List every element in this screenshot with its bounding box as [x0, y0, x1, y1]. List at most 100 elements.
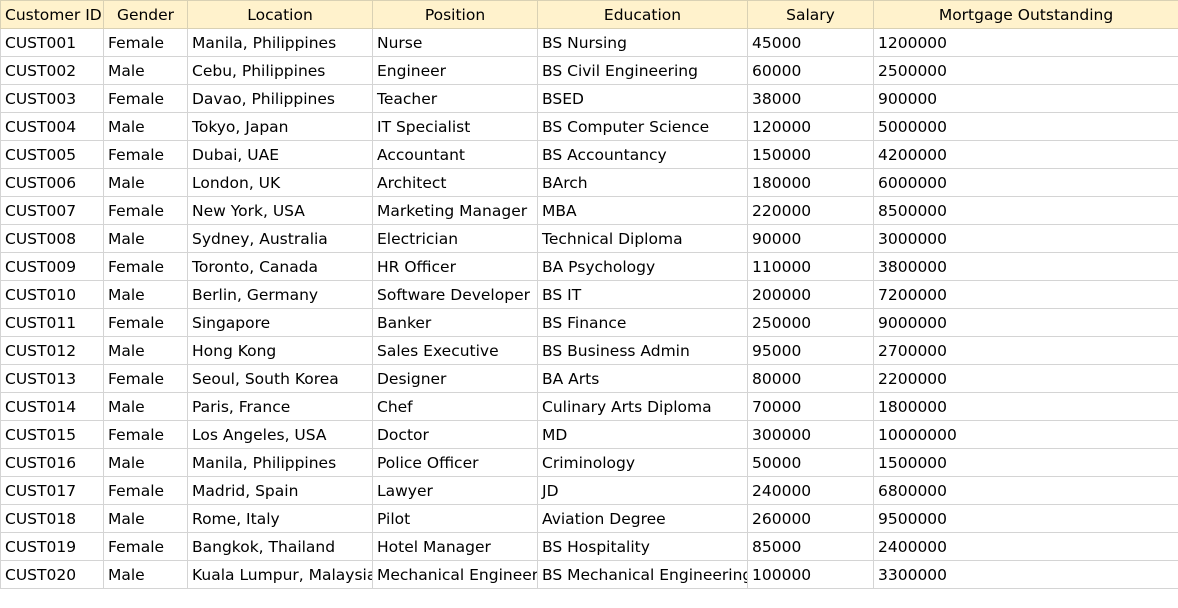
cell-customer-id[interactable]: CUST016	[0, 448, 104, 477]
cell-gender[interactable]: Female	[103, 476, 188, 505]
cell-location[interactable]: Madrid, Spain	[187, 476, 373, 505]
cell-location[interactable]: Manila, Philippines	[187, 28, 373, 57]
cell-position[interactable]: Architect	[372, 168, 538, 197]
cell-mortgage-outstanding[interactable]: 3800000	[873, 252, 1178, 281]
cell-location[interactable]: Hong Kong	[187, 336, 373, 365]
cell-salary[interactable]: 90000	[747, 224, 874, 253]
cell-customer-id[interactable]: CUST008	[0, 224, 104, 253]
cell-location[interactable]: Tokyo, Japan	[187, 112, 373, 141]
cell-salary[interactable]: 80000	[747, 364, 874, 393]
cell-gender[interactable]: Female	[103, 28, 188, 57]
cell-position[interactable]: Banker	[372, 308, 538, 337]
cell-gender[interactable]: Male	[103, 392, 188, 421]
cell-mortgage-outstanding[interactable]: 2400000	[873, 532, 1178, 561]
cell-gender[interactable]: Female	[103, 252, 188, 281]
cell-location[interactable]: London, UK	[187, 168, 373, 197]
cell-mortgage-outstanding[interactable]: 1800000	[873, 392, 1178, 421]
header-mortgage-outstanding[interactable]: Mortgage Outstanding	[873, 0, 1178, 29]
cell-salary[interactable]: 70000	[747, 392, 874, 421]
cell-education[interactable]: Aviation Degree	[537, 504, 748, 533]
cell-mortgage-outstanding[interactable]: 1500000	[873, 448, 1178, 477]
cell-education[interactable]: BArch	[537, 168, 748, 197]
cell-salary[interactable]: 250000	[747, 308, 874, 337]
cell-education[interactable]: BA Psychology	[537, 252, 748, 281]
cell-education[interactable]: Technical Diploma	[537, 224, 748, 253]
cell-customer-id[interactable]: CUST003	[0, 84, 104, 113]
cell-salary[interactable]: 50000	[747, 448, 874, 477]
cell-position[interactable]: Sales Executive	[372, 336, 538, 365]
cell-position[interactable]: Chef	[372, 392, 538, 421]
cell-position[interactable]: Designer	[372, 364, 538, 393]
cell-position[interactable]: Doctor	[372, 420, 538, 449]
cell-mortgage-outstanding[interactable]: 4200000	[873, 140, 1178, 169]
header-location[interactable]: Location	[187, 0, 373, 29]
cell-customer-id[interactable]: CUST010	[0, 280, 104, 309]
cell-location[interactable]: Kuala Lumpur, Malaysia	[187, 560, 373, 589]
cell-gender[interactable]: Male	[103, 280, 188, 309]
cell-customer-id[interactable]: CUST014	[0, 392, 104, 421]
cell-position[interactable]: Teacher	[372, 84, 538, 113]
cell-salary[interactable]: 120000	[747, 112, 874, 141]
cell-position[interactable]: IT Specialist	[372, 112, 538, 141]
cell-salary[interactable]: 100000	[747, 560, 874, 589]
cell-salary[interactable]: 38000	[747, 84, 874, 113]
cell-education[interactable]: BA Arts	[537, 364, 748, 393]
cell-salary[interactable]: 110000	[747, 252, 874, 281]
cell-location[interactable]: Toronto, Canada	[187, 252, 373, 281]
cell-position[interactable]: Software Developer	[372, 280, 538, 309]
cell-education[interactable]: BS Business Admin	[537, 336, 748, 365]
cell-customer-id[interactable]: CUST004	[0, 112, 104, 141]
cell-position[interactable]: Mechanical Engineer	[372, 560, 538, 589]
cell-education[interactable]: Culinary Arts Diploma	[537, 392, 748, 421]
cell-education[interactable]: BS Mechanical Engineering	[537, 560, 748, 589]
cell-education[interactable]: BS Computer Science	[537, 112, 748, 141]
cell-customer-id[interactable]: CUST013	[0, 364, 104, 393]
cell-position[interactable]: Lawyer	[372, 476, 538, 505]
cell-customer-id[interactable]: CUST005	[0, 140, 104, 169]
cell-mortgage-outstanding[interactable]: 10000000	[873, 420, 1178, 449]
cell-position[interactable]: Pilot	[372, 504, 538, 533]
cell-location[interactable]: Berlin, Germany	[187, 280, 373, 309]
header-position[interactable]: Position	[372, 0, 538, 29]
cell-position[interactable]: Accountant	[372, 140, 538, 169]
cell-location[interactable]: Sydney, Australia	[187, 224, 373, 253]
cell-salary[interactable]: 45000	[747, 28, 874, 57]
header-education[interactable]: Education	[537, 0, 748, 29]
cell-customer-id[interactable]: CUST017	[0, 476, 104, 505]
cell-mortgage-outstanding[interactable]: 2700000	[873, 336, 1178, 365]
cell-position[interactable]: Electrician	[372, 224, 538, 253]
cell-gender[interactable]: Female	[103, 140, 188, 169]
cell-position[interactable]: Police Officer	[372, 448, 538, 477]
cell-customer-id[interactable]: CUST009	[0, 252, 104, 281]
cell-education[interactable]: BS Hospitality	[537, 532, 748, 561]
cell-salary[interactable]: 95000	[747, 336, 874, 365]
cell-location[interactable]: Rome, Italy	[187, 504, 373, 533]
cell-gender[interactable]: Male	[103, 336, 188, 365]
cell-customer-id[interactable]: CUST007	[0, 196, 104, 225]
cell-location[interactable]: Davao, Philippines	[187, 84, 373, 113]
cell-salary[interactable]: 220000	[747, 196, 874, 225]
cell-gender[interactable]: Male	[103, 56, 188, 85]
cell-salary[interactable]: 180000	[747, 168, 874, 197]
cell-mortgage-outstanding[interactable]: 7200000	[873, 280, 1178, 309]
cell-mortgage-outstanding[interactable]: 8500000	[873, 196, 1178, 225]
cell-education[interactable]: BSED	[537, 84, 748, 113]
cell-customer-id[interactable]: CUST001	[0, 28, 104, 57]
cell-mortgage-outstanding[interactable]: 2200000	[873, 364, 1178, 393]
cell-position[interactable]: Nurse	[372, 28, 538, 57]
cell-customer-id[interactable]: CUST002	[0, 56, 104, 85]
cell-gender[interactable]: Male	[103, 224, 188, 253]
cell-education[interactable]: BS Accountancy	[537, 140, 748, 169]
cell-customer-id[interactable]: CUST006	[0, 168, 104, 197]
cell-location[interactable]: Seoul, South Korea	[187, 364, 373, 393]
cell-gender[interactable]: Male	[103, 112, 188, 141]
cell-salary[interactable]: 150000	[747, 140, 874, 169]
cell-education[interactable]: MBA	[537, 196, 748, 225]
cell-gender[interactable]: Male	[103, 560, 188, 589]
header-gender[interactable]: Gender	[103, 0, 188, 29]
cell-position[interactable]: HR Officer	[372, 252, 538, 281]
cell-location[interactable]: Cebu, Philippines	[187, 56, 373, 85]
cell-gender[interactable]: Male	[103, 448, 188, 477]
cell-salary[interactable]: 240000	[747, 476, 874, 505]
cell-gender[interactable]: Female	[103, 84, 188, 113]
